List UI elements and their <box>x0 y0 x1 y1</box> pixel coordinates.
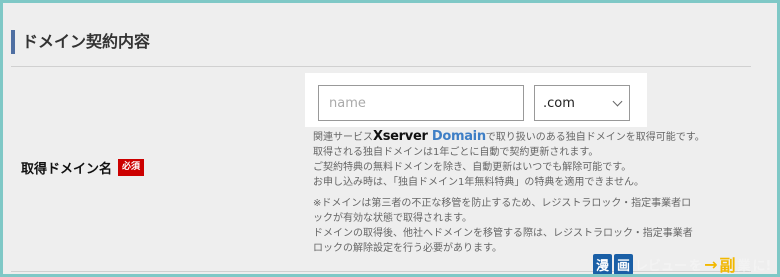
required-badge: 必須 <box>118 159 145 176</box>
note-line: ※ドメインは第三者の不正な移管を防止するため、レジストラロック・指定事業者ロ <box>313 198 692 209</box>
arrow-icon: → <box>704 254 718 274</box>
xserver-domain-logo[interactable]: Xserver Domain <box>373 129 486 144</box>
section-title: ドメイン契約内容 <box>11 30 150 54</box>
watermark-text: 漫 <box>593 253 613 274</box>
note-line: 取得される独自ドメインは1年ごとに自動で契約更新されます。 <box>313 147 599 158</box>
watermark-text: に! <box>752 258 772 274</box>
tld-select[interactable]: .com <box>534 85 630 121</box>
domain-name-input[interactable] <box>318 85 524 121</box>
note-line: お申し込み時は、「独自ドメイン1年無料特典」の特典を適用できません。 <box>313 177 645 188</box>
page-frame: ドメイン契約内容 取得ドメイン名 必須 .com 関連サービスXserver D… <box>3 3 777 274</box>
watermark-text: 副 <box>719 256 736 274</box>
note-text: 関連サービス <box>313 132 373 143</box>
note-line: 関連サービスXserver Domainで取り扱いのある独自ドメインを取得可能で… <box>313 129 743 145</box>
field-label-group: 取得ドメイン名 必須 <box>21 158 145 177</box>
logo-domain: Domain <box>431 129 486 144</box>
tld-select-value: .com <box>543 95 575 111</box>
notes: 関連サービスXserver Domainで取り扱いのある独自ドメインを取得可能で… <box>313 129 743 256</box>
watermark-text: 業 <box>737 258 751 274</box>
logo-xserver: Xserver <box>373 129 428 144</box>
watermark-text: を <box>689 258 703 274</box>
site-watermark: 漫 画 レビュー を → 副 業 に! <box>593 252 771 274</box>
chevron-down-icon <box>612 96 623 106</box>
note-line: ドメインの取得後、他社へドメインを移管する際は、レジストラロック・指定事業者 <box>313 228 693 239</box>
watermark-text: 画 <box>614 253 634 274</box>
note-text: で取り扱いのある独自ドメインを取得可能です。 <box>485 132 705 143</box>
note-line: ックが有効な状態で取得されます。 <box>313 213 472 224</box>
watermark-text: レビュー <box>635 258 688 274</box>
note-line: ご契約特典の無料ドメインを除き、自動更新はいつでも解除可能です。 <box>313 162 632 173</box>
field-label: 取得ドメイン名 <box>21 162 113 177</box>
title-divider <box>11 66 751 67</box>
